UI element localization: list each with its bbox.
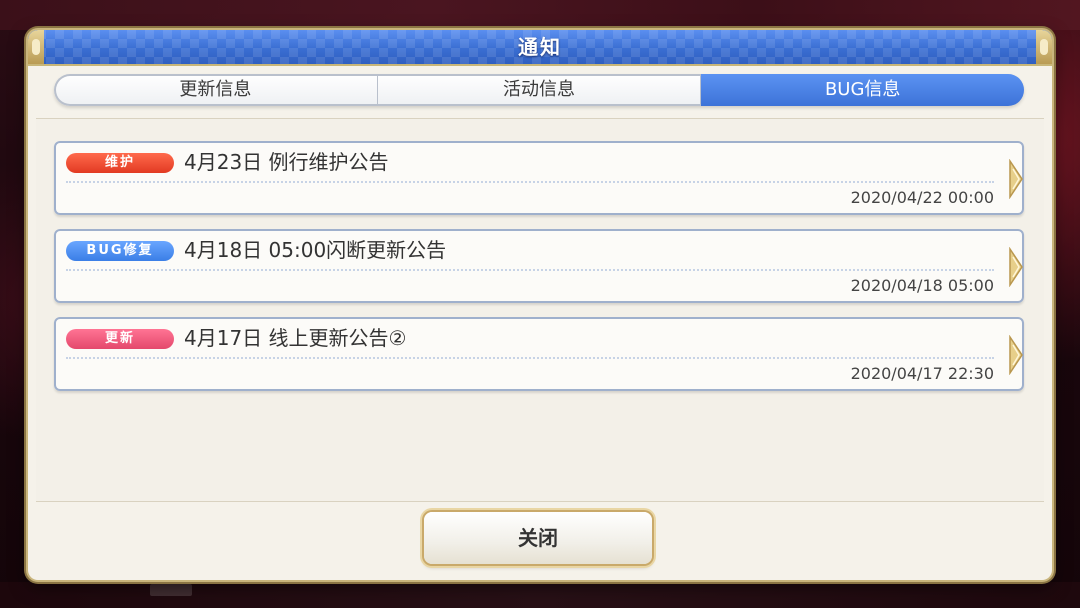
close-button[interactable]: 关闭 <box>424 512 652 564</box>
notice-title: 4月23日 例行维护公告 <box>184 150 389 174</box>
category-tabs: 更新信息 活动信息 BUG信息 <box>54 74 1024 106</box>
notice-item[interactable]: BUG修复 4月18日 05:00闪断更新公告 2020/04/18 05:00 <box>54 229 1024 303</box>
notice-title: 4月17日 线上更新公告② <box>184 326 407 350</box>
notice-badge-maintenance: 维护 <box>66 153 174 173</box>
notice-dialog: 通知 更新信息 活动信息 BUG信息 维护 4月23日 例行维护公告 2020/… <box>28 30 1052 580</box>
chevron-right-icon[interactable] <box>1008 247 1024 287</box>
notice-divider <box>66 269 994 271</box>
notice-divider <box>66 181 994 183</box>
notice-badge-bugfix: BUG修复 <box>66 241 174 261</box>
notice-date: 2020/04/17 22:30 <box>850 364 994 383</box>
chevron-right-icon[interactable] <box>1008 159 1024 199</box>
dialog-title: 通知 <box>518 35 562 59</box>
background-top-strip <box>0 0 1080 30</box>
background-button <box>150 584 192 596</box>
tab-bug-info[interactable]: BUG信息 <box>701 74 1024 106</box>
notice-badge-update: 更新 <box>66 329 174 349</box>
notice-list: 维护 4月23日 例行维护公告 2020/04/22 00:00 BUG修复 4… <box>36 118 1044 502</box>
tab-event-info[interactable]: 活动信息 <box>378 74 702 106</box>
notice-divider <box>66 357 994 359</box>
notice-title: 4月18日 05:00闪断更新公告 <box>184 238 447 262</box>
tab-update-info[interactable]: 更新信息 <box>54 74 378 106</box>
notice-item[interactable]: 更新 4月17日 线上更新公告② 2020/04/17 22:30 <box>54 317 1024 391</box>
notice-item[interactable]: 维护 4月23日 例行维护公告 2020/04/22 00:00 <box>54 141 1024 215</box>
notice-date: 2020/04/18 05:00 <box>850 276 994 295</box>
notice-date: 2020/04/22 00:00 <box>850 188 994 207</box>
chevron-right-icon[interactable] <box>1008 335 1024 375</box>
